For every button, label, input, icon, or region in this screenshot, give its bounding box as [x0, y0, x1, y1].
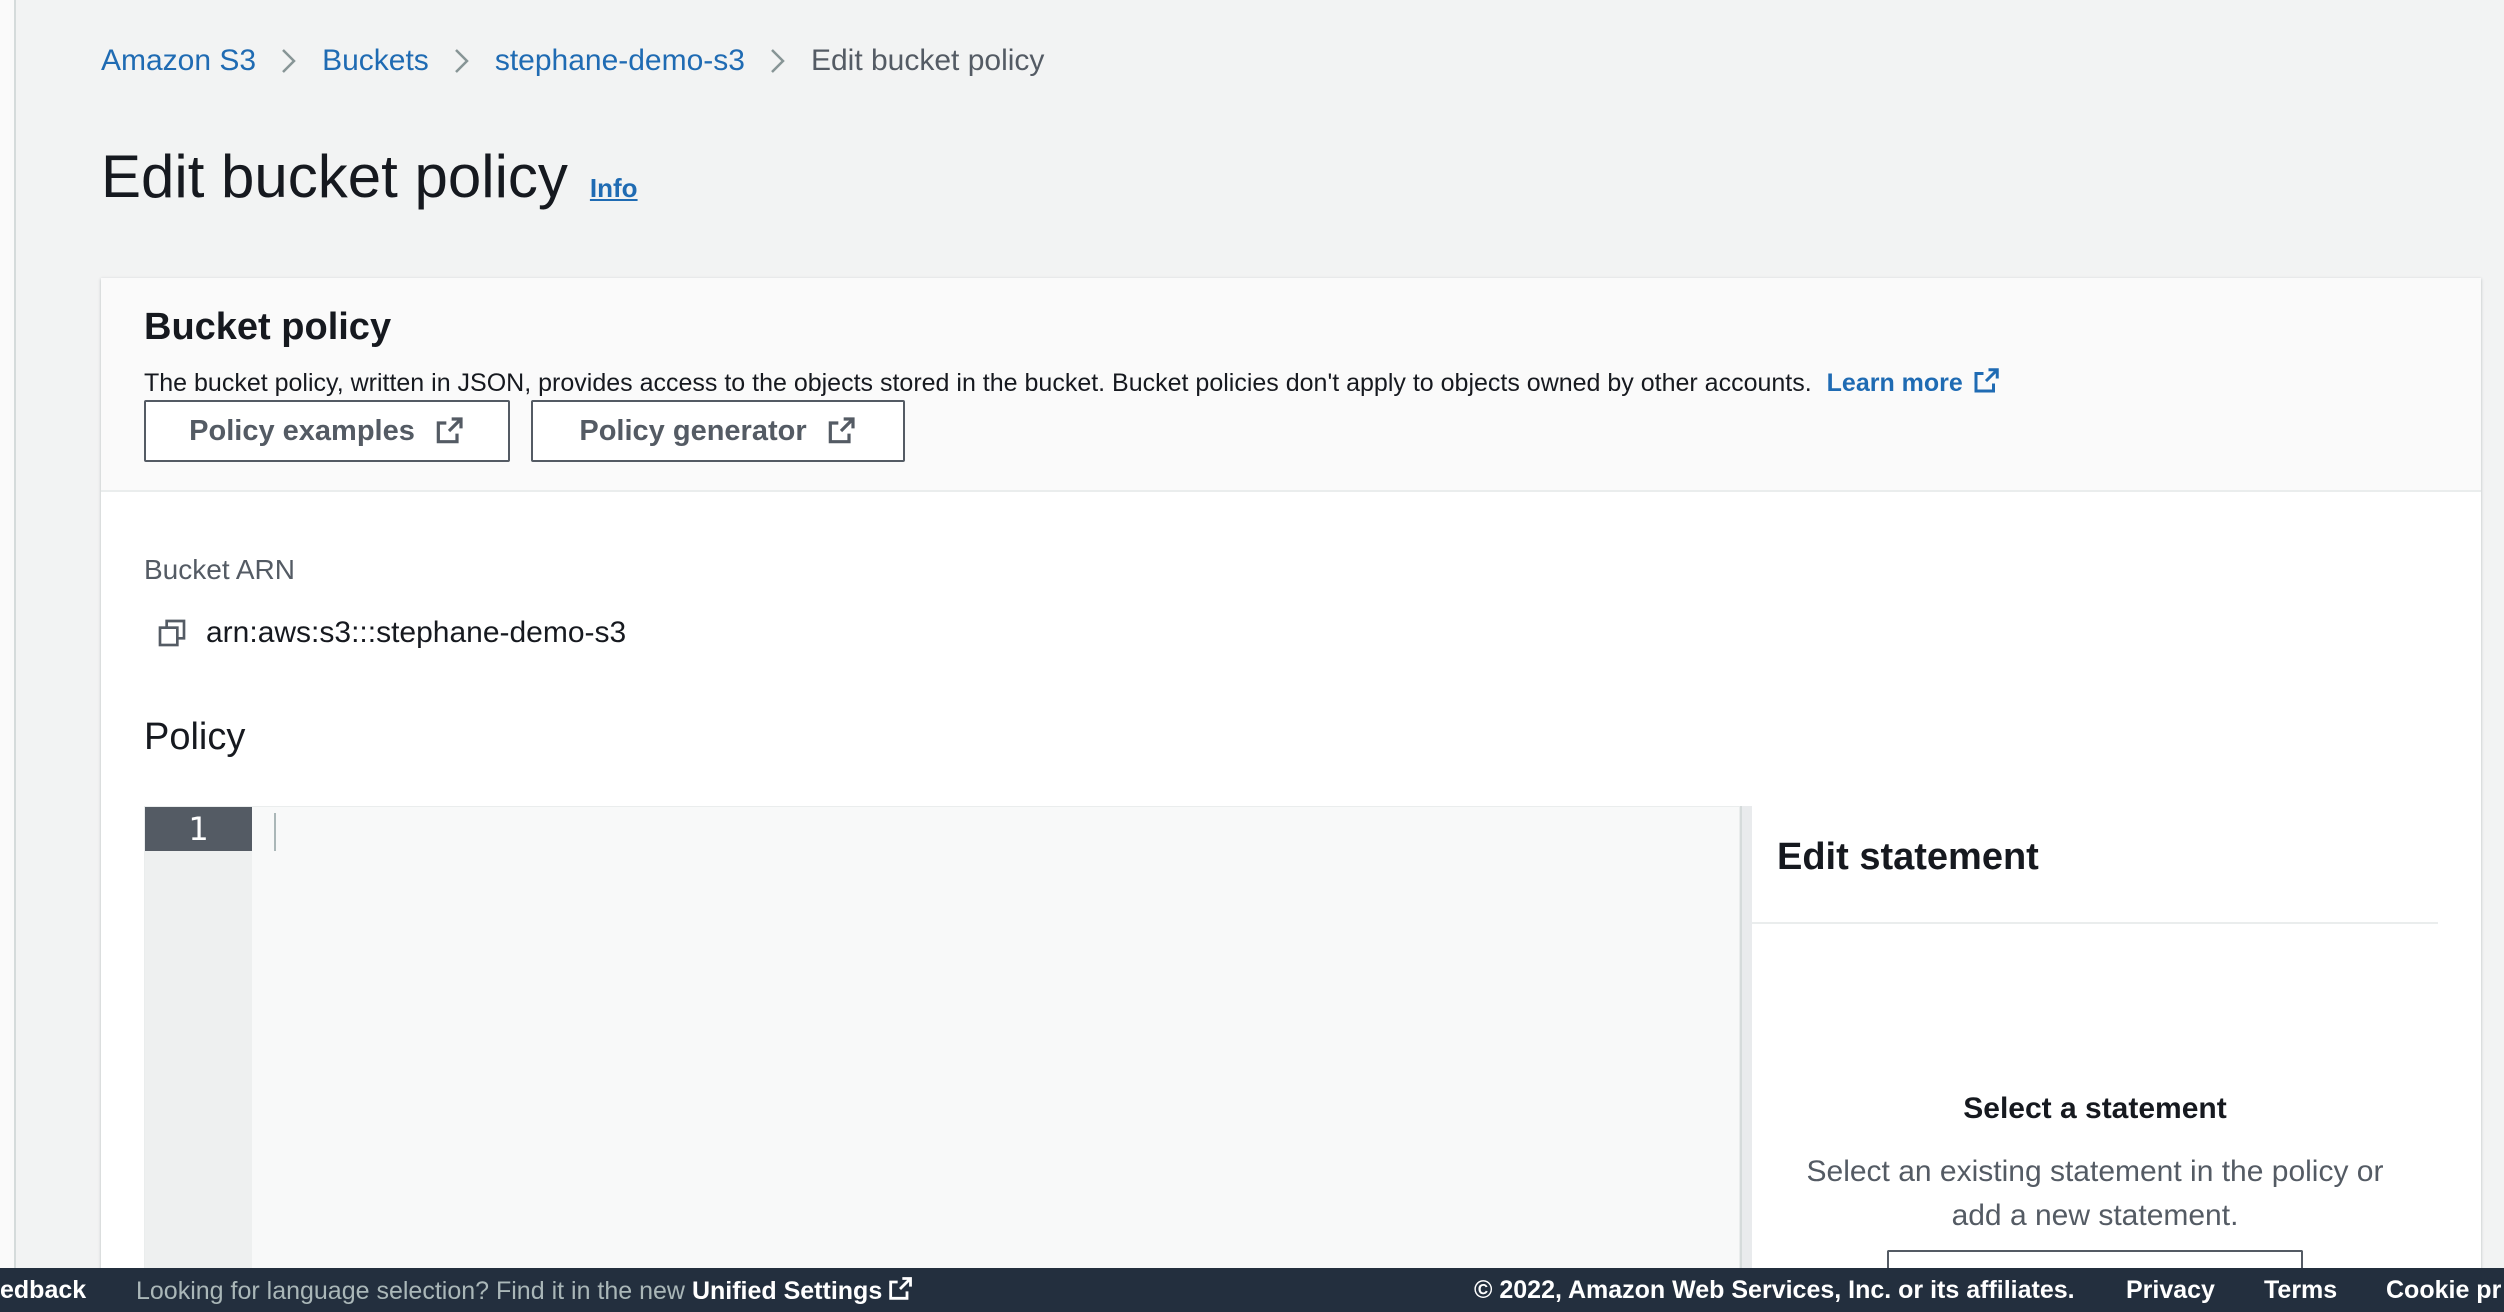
external-link-icon	[1974, 368, 1999, 393]
text-cursor	[274, 813, 276, 851]
bucket-policy-header: Bucket policy The bucket policy, written…	[101, 278, 2481, 492]
breadcrumb-amazon-s3[interactable]: Amazon S3	[101, 44, 256, 78]
line-number: 1	[145, 807, 252, 851]
terms-link[interactable]: Terms	[2264, 1276, 2337, 1305]
left-nav-edge	[0, 0, 16, 1312]
breadcrumb-bucket-name[interactable]: stephane-demo-s3	[495, 44, 745, 78]
copy-icon[interactable]	[156, 617, 188, 649]
unified-settings-link[interactable]: Unified Settings	[692, 1277, 914, 1305]
editor-gutter: 1	[145, 807, 252, 1311]
info-link[interactable]: Info	[590, 173, 638, 204]
policy-examples-label: Policy examples	[189, 414, 415, 447]
cookie-preferences-link[interactable]: Cookie pr	[2386, 1276, 2501, 1305]
learn-more-label: Learn more	[1826, 369, 1963, 397]
learn-more-link[interactable]: Learn more	[1826, 368, 2001, 397]
breadcrumb-buckets[interactable]: Buckets	[322, 44, 429, 78]
edit-statement-panel: Edit statement Select a statement Select…	[1752, 806, 2438, 1312]
edit-statement-header: Edit statement	[1752, 806, 2438, 924]
add-statement-button[interactable]	[1887, 1250, 2303, 1268]
bucket-policy-heading: Bucket policy	[144, 306, 392, 348]
policy-label: Policy	[144, 716, 246, 758]
bucket-policy-card: Bucket policy The bucket policy, written…	[101, 278, 2481, 1312]
policy-editor[interactable]: 1	[144, 806, 1740, 1312]
panel-splitter[interactable]	[1740, 806, 1752, 1312]
chevron-right-icon	[256, 46, 322, 76]
chevron-right-icon	[745, 46, 811, 76]
bucket-arn-value: arn:aws:s3:::stephane-demo-s3	[206, 616, 627, 649]
bucket-arn-row: arn:aws:s3:::stephane-demo-s3	[156, 616, 626, 650]
select-statement-description: Select an existing statement in the poli…	[1806, 1155, 2384, 1232]
copyright: © 2022, Amazon Web Services, Inc. or its…	[1474, 1275, 2075, 1304]
select-statement-title: Select a statement	[1963, 1092, 2227, 1125]
external-link-icon	[828, 417, 855, 444]
policy-generator-label: Policy generator	[579, 414, 807, 447]
page-header: Edit bucket policy Info	[101, 142, 638, 211]
chevron-right-icon	[429, 46, 495, 76]
description-text: The bucket policy, written in JSON, prov…	[144, 369, 1812, 397]
policy-generator-button[interactable]: Policy generator	[531, 400, 905, 462]
breadcrumb-current: Edit bucket policy	[810, 44, 1045, 77]
unified-settings-label: Unified Settings	[691, 1276, 883, 1305]
language-prompt-text: Looking for language selection? Find it …	[136, 1276, 685, 1305]
edit-statement-heading: Edit statement	[1777, 836, 2039, 878]
feedback-link[interactable]: edback	[0, 1276, 86, 1305]
external-link-icon	[889, 1276, 913, 1300]
breadcrumb: Amazon S3 Buckets stephane-demo-s3 Edit …	[101, 44, 1044, 78]
page-title: Edit bucket policy	[101, 143, 568, 210]
policy-examples-button[interactable]: Policy examples	[144, 400, 510, 462]
bucket-policy-description: The bucket policy, written in JSON, prov…	[144, 366, 2001, 398]
language-prompt: Looking for language selection? Find it …	[136, 1275, 914, 1306]
bucket-arn-label: Bucket ARN	[144, 554, 295, 585]
console-footer: edback Looking for language selection? F…	[0, 1268, 2504, 1312]
privacy-link[interactable]: Privacy	[2126, 1276, 2215, 1305]
external-link-icon	[436, 417, 463, 444]
